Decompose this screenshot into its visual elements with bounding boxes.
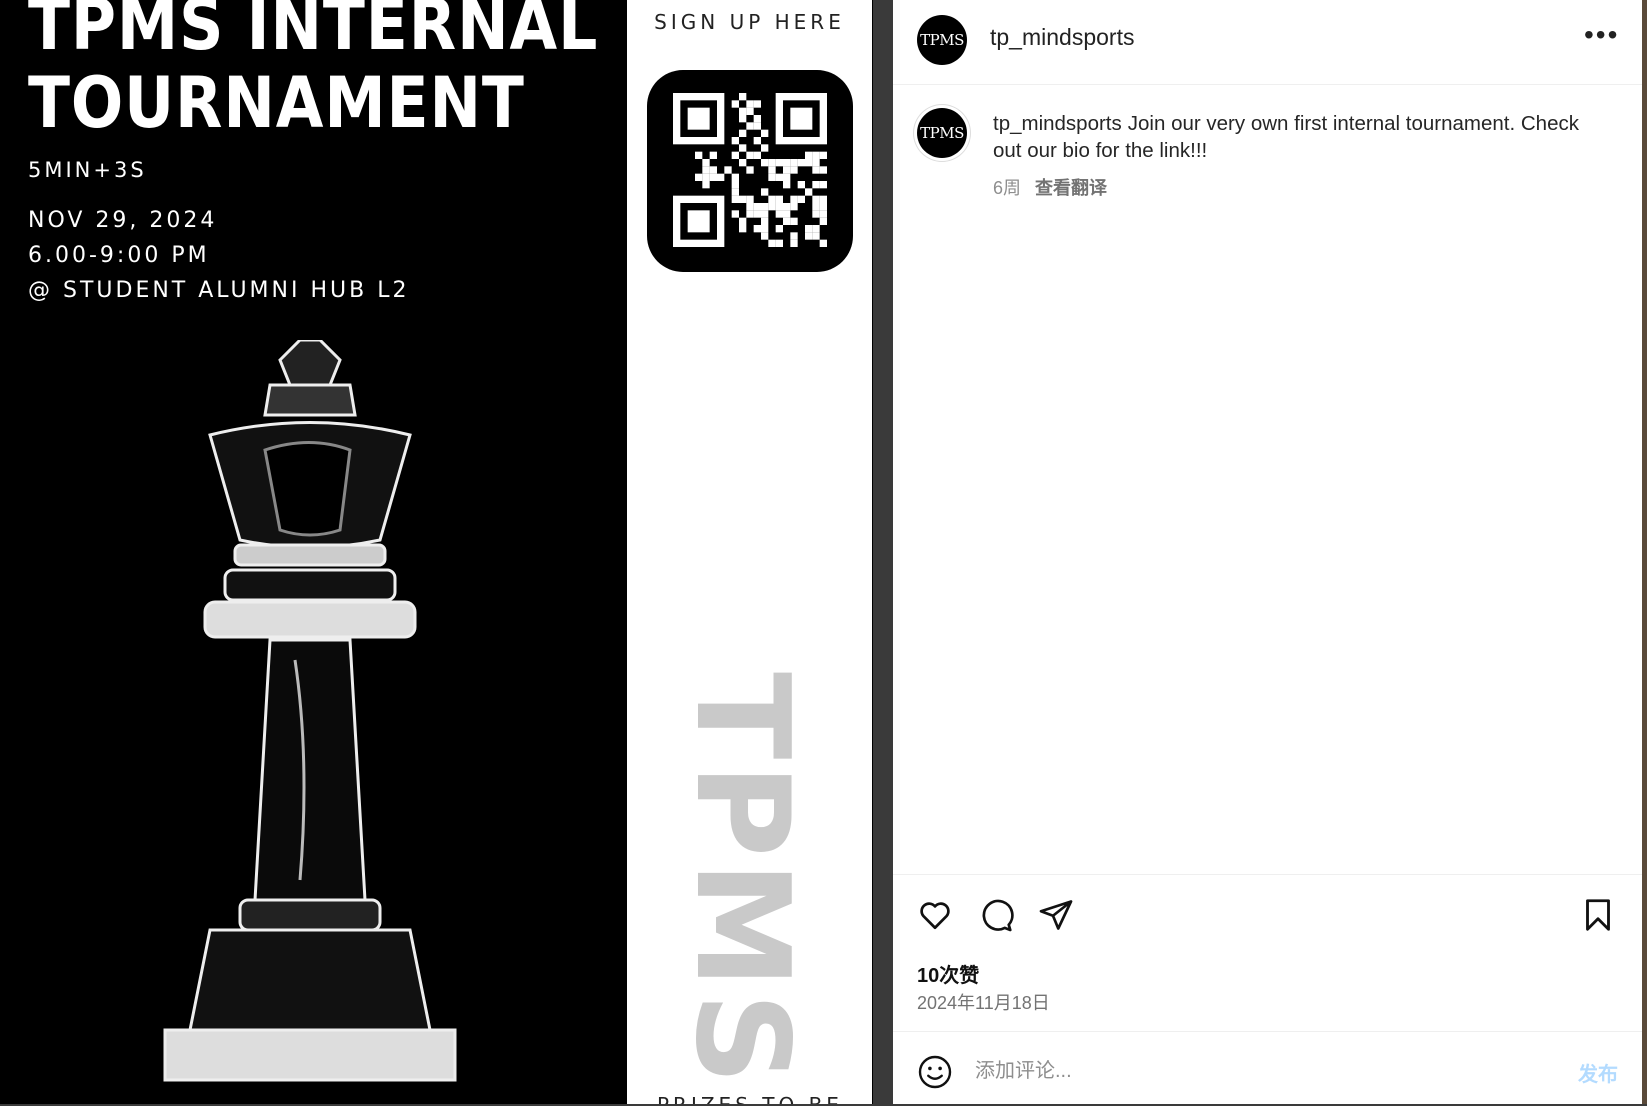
like-count[interactable]: 10次赞 [917, 959, 979, 988]
poster-venue: @ STUDENT ALUMNI HUB L2 [28, 278, 410, 303]
poster-edge [872, 0, 873, 1104]
qr-code [647, 70, 853, 272]
tpms-logo: TPMS [667, 672, 816, 1089]
caption-text-block: tp_mindsports Join our very own first int… [993, 110, 1603, 164]
comment-icon[interactable] [978, 897, 1014, 933]
chess-king-illustration [163, 340, 457, 1082]
emoji-icon[interactable] [917, 1054, 953, 1090]
background-edge [1642, 0, 1647, 1104]
poster-dark-section: TPMS INTERNAL TOURNAMENT 5MIN+3S NOV 29,… [0, 0, 626, 1104]
poster-light-section: SIGN UP HERE TPMS PRIZES TO BE [627, 0, 872, 1104]
qr-code-pattern [673, 93, 827, 247]
caption-meta: 6周 查看翻译 [993, 174, 1107, 200]
heart-icon[interactable] [917, 897, 953, 933]
post-date: 2024年11月18日 [917, 993, 1050, 1013]
see-translation-button[interactable]: 查看翻译 [1035, 178, 1107, 198]
poster-title: TPMS INTERNAL TOURNAMENT [28, 0, 598, 142]
poster-title-line-1: TPMS INTERNAL [28, 0, 599, 66]
comment-bar: 发布 [893, 1031, 1642, 1106]
avatar[interactable]: TPMS [917, 15, 967, 65]
poster-time: 6.00-9:00 PM [28, 243, 210, 268]
caption-avatar[interactable]: TPMS [917, 108, 967, 158]
prizes-label: PRIZES TO BE [657, 1093, 843, 1104]
caption-username[interactable]: tp_mindsports [993, 112, 1122, 135]
post-image[interactable]: TPMS INTERNAL TOURNAMENT 5MIN+3S NOV 29,… [0, 0, 873, 1104]
post-actions: 10次赞 2024年11月18日 发布 [893, 874, 1642, 1105]
post-comment-button[interactable]: 发布 [1578, 1058, 1618, 1087]
post-header: TPMS tp_mindsports ••• [893, 0, 1642, 85]
poster-date: NOV 29, 2024 [28, 208, 218, 233]
send-icon[interactable] [1038, 897, 1074, 933]
post-age: 6周 [993, 178, 1022, 198]
signup-label: SIGN UP HERE [654, 10, 845, 34]
bookmark-icon[interactable] [1580, 897, 1616, 933]
username[interactable]: tp_mindsports [990, 24, 1134, 51]
poster-title-line-2: TOURNAMENT [28, 62, 525, 144]
comment-input[interactable] [973, 1050, 1517, 1092]
post-detail-panel: TPMS tp_mindsports ••• TPMS tp_mindsport… [893, 0, 1642, 1104]
more-options-icon[interactable]: ••• [1584, 21, 1617, 49]
poster-format: 5MIN+3S [28, 158, 147, 182]
